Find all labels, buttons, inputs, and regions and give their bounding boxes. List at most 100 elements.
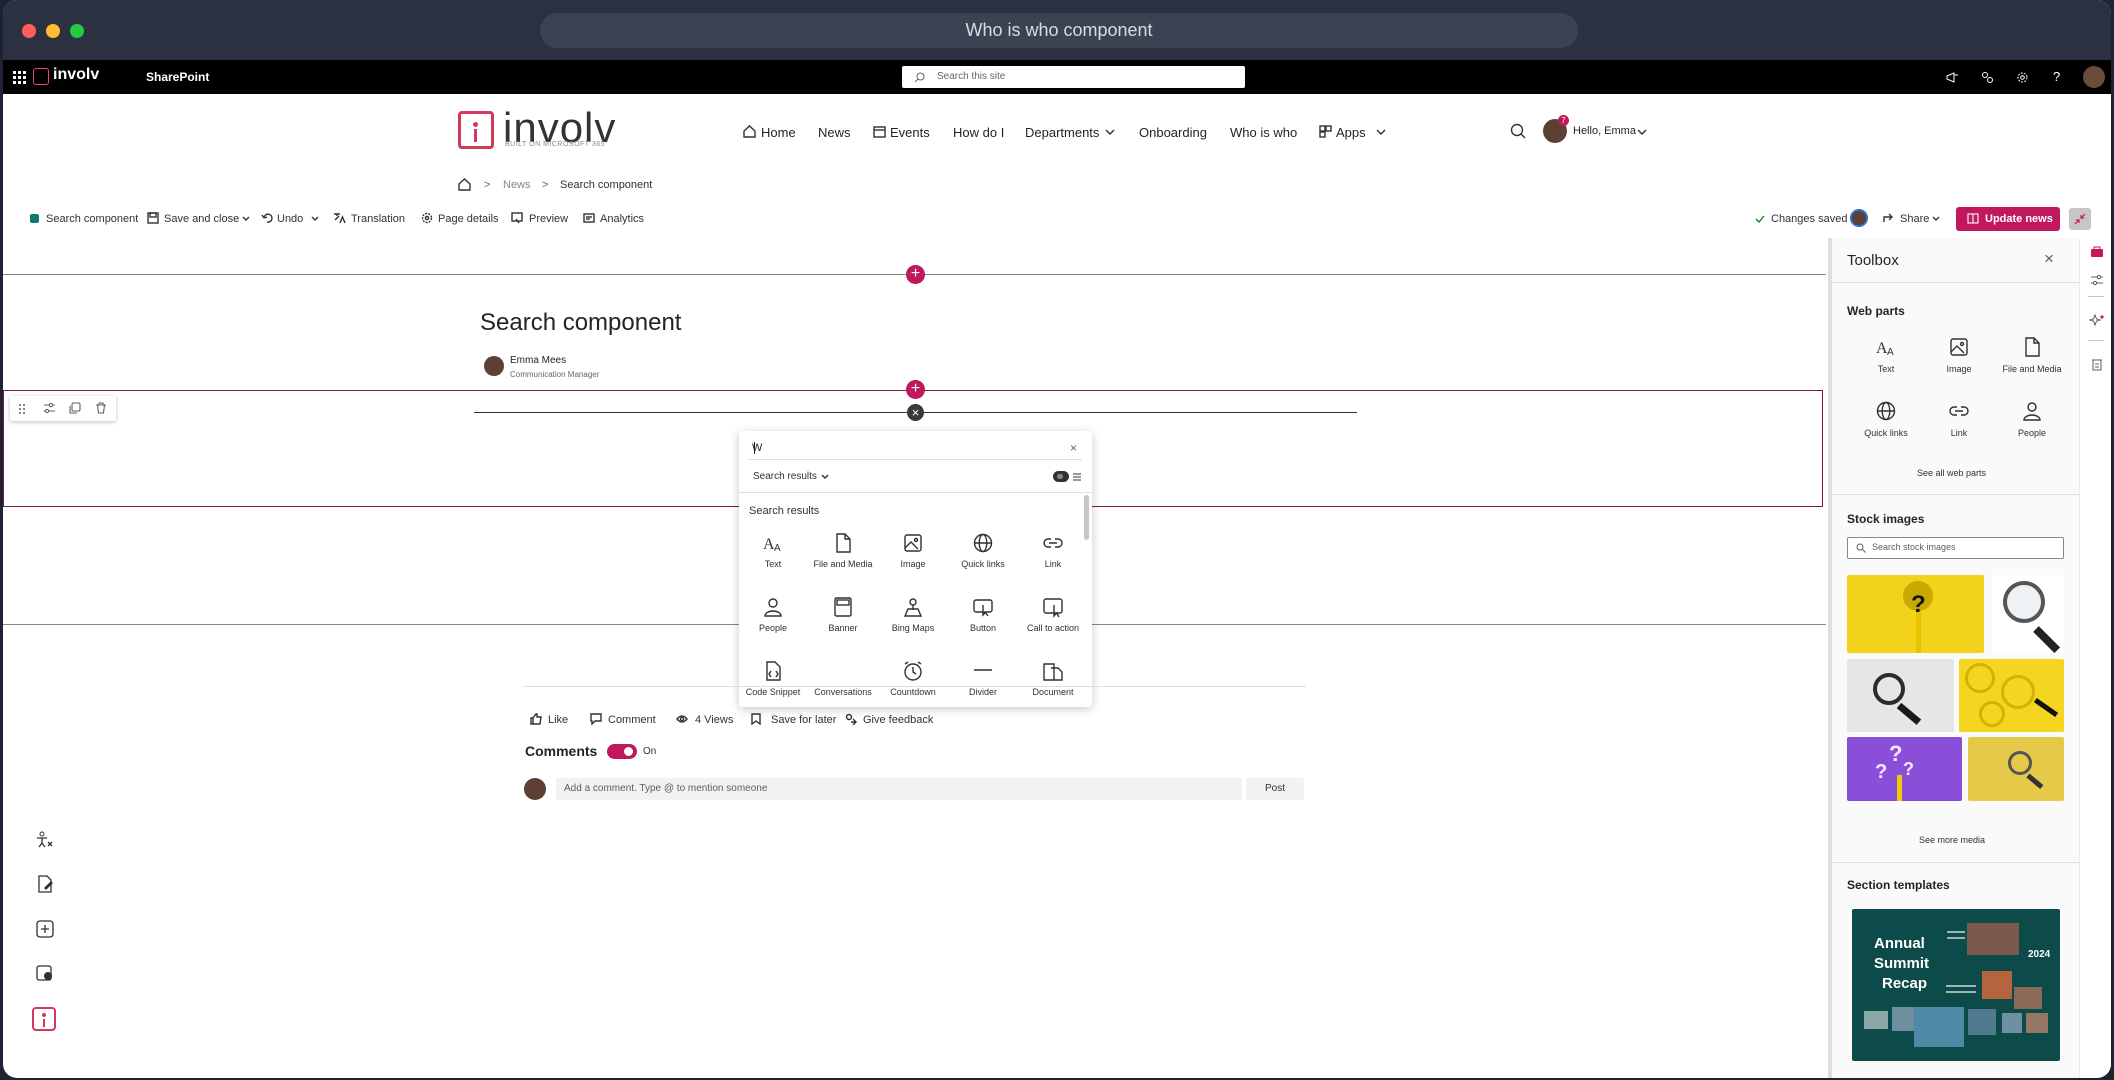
page-details-button[interactable]: Page details [438,213,499,225]
undo-button[interactable]: Undo [277,213,303,225]
result-document[interactable]: Document [1019,660,1087,697]
accessibility-icon[interactable] [36,830,54,848]
update-news-button[interactable]: Update news [1956,207,2060,231]
involv-app-icon[interactable] [32,1007,56,1031]
toolbox-text[interactable]: AA Text [1852,336,1920,374]
chevron-down-icon[interactable] [311,216,319,222]
stock-image-yellow-magnifier[interactable] [1968,737,2064,801]
coauthor-avatar[interactable] [1850,209,1868,227]
drag-handle-icon[interactable] [17,403,27,415]
search-icon[interactable] [1510,123,1526,139]
view-toggle[interactable] [1053,471,1069,482]
result-people[interactable]: People [739,596,807,633]
result-conversations[interactable]: Conversations [809,660,877,697]
result-countdown[interactable]: Countdown [879,660,947,697]
comment-button[interactable]: Comment [608,714,656,726]
nav-how-do-i[interactable]: How do I [953,125,1004,140]
edit-page-icon[interactable] [36,875,54,893]
results-filter-dropdown[interactable]: Search results [753,471,817,482]
like-button[interactable]: Like [548,714,568,726]
result-text[interactable]: AA Text [739,532,807,569]
address-bar[interactable]: Who is who component [540,13,1578,48]
see-all-web-parts-link[interactable]: See all web parts [1917,468,1986,478]
home-icon[interactable] [458,178,471,191]
account-avatar[interactable] [2083,66,2105,88]
template-card-annual-summit[interactable]: Annual Summit Recap 2024 [1852,909,2060,1061]
app-launcher-icon[interactable] [13,71,26,84]
nav-apps[interactable]: Apps [1336,125,1366,140]
properties-icon[interactable] [2090,274,2104,286]
add-webpart-button[interactable]: + [906,380,925,399]
result-link[interactable]: Link [1019,532,1087,569]
add-content-icon[interactable] [36,920,54,938]
stock-image-yellow-lenses[interactable] [1959,659,2064,732]
result-button[interactable]: Button [949,596,1017,633]
save-for-later-button[interactable]: Save for later [771,714,836,726]
result-divider[interactable]: Divider [949,660,1017,697]
page-title[interactable]: Search component [480,309,681,337]
site-search-input[interactable]: Search this site [902,66,1245,88]
stock-images-search[interactable]: Search stock images [1847,537,2064,559]
megaphone-icon[interactable] [1946,71,1959,84]
page-settings-icon[interactable] [36,964,54,982]
save-close-button[interactable]: Save and close [164,213,239,225]
result-file-and-media[interactable]: File and Media [809,532,877,569]
involv-logo-icon[interactable] [458,111,494,149]
give-feedback-button[interactable]: Give feedback [863,714,933,726]
stock-image-purple-questions[interactable]: ? ? ? [1847,737,1962,801]
breadcrumb-news[interactable]: News [503,179,531,191]
gear-icon[interactable] [2016,71,2029,84]
result-quick-links[interactable]: Quick links [949,532,1017,569]
post-button[interactable]: Post [1246,778,1304,800]
result-call-to-action[interactable]: Call to action [1019,596,1087,633]
result-image[interactable]: Image [879,532,947,569]
picker-search-input[interactable]: W × [748,439,1082,460]
close-toolbox-icon[interactable]: × [2044,249,2054,269]
share-button[interactable]: Share [1900,213,1929,225]
help-icon[interactable]: ? [2053,69,2060,84]
result-code-snippet[interactable]: Code Snippet [739,660,807,697]
stock-image-magnifier[interactable] [1992,575,2064,653]
delete-icon[interactable] [95,402,107,414]
page-name-button[interactable]: Search component [46,213,138,225]
toolbox-file-and-media[interactable]: File and Media [1998,336,2066,374]
nav-news[interactable]: News [818,125,851,140]
stock-image-grey-magnifier[interactable] [1847,659,1954,732]
list-view-icon[interactable] [1073,473,1081,481]
nav-events[interactable]: Events [890,125,930,140]
nav-home[interactable]: Home [761,125,796,140]
nav-who-is-who[interactable]: Who is who [1230,125,1297,140]
result-banner[interactable]: Banner [809,596,877,633]
chevron-down-icon[interactable] [242,216,250,222]
toolbox-quick-links[interactable]: Quick links [1852,400,1920,438]
nav-onboarding[interactable]: Onboarding [1139,125,1207,140]
toolbox-link[interactable]: Link [1925,400,1993,438]
add-section-button[interactable]: + [906,265,925,284]
connect-icon[interactable] [1981,71,1994,84]
minimize-window-button[interactable] [46,24,60,38]
author-name[interactable]: Emma Mees [510,355,566,366]
chevron-down-icon[interactable] [1932,216,1940,222]
toolbox-icon[interactable] [2090,246,2104,258]
clear-search-icon[interactable]: × [1070,441,1077,455]
close-window-button[interactable] [22,24,36,38]
toolbox-image[interactable]: Image [1925,336,1993,374]
toolbox-people[interactable]: People [1998,400,2066,438]
edit-properties-icon[interactable] [43,402,56,414]
close-picker-button[interactable]: × [907,404,924,421]
comments-toggle[interactable] [607,744,637,759]
maximize-window-button[interactable] [70,24,84,38]
preview-button[interactable]: Preview [529,213,568,225]
nav-departments[interactable]: Departments [1025,125,1099,140]
see-more-media-link[interactable]: See more media [1919,835,1985,845]
collapse-toolbox-button[interactable] [2069,208,2091,230]
analytics-button[interactable]: Analytics [600,213,644,225]
result-bing-maps[interactable]: Bing Maps [879,596,947,633]
comment-input[interactable]: Add a comment. Type @ to mention someone [556,778,1242,800]
translation-button[interactable]: Translation [351,213,405,225]
stock-image-yellow-question[interactable]: ? [1847,575,1984,653]
duplicate-icon[interactable] [69,402,81,414]
design-ideas-icon[interactable] [2090,358,2104,372]
user-greeting[interactable]: Hello, Emma [1573,125,1636,137]
suite-brand[interactable]: involv [53,66,99,84]
